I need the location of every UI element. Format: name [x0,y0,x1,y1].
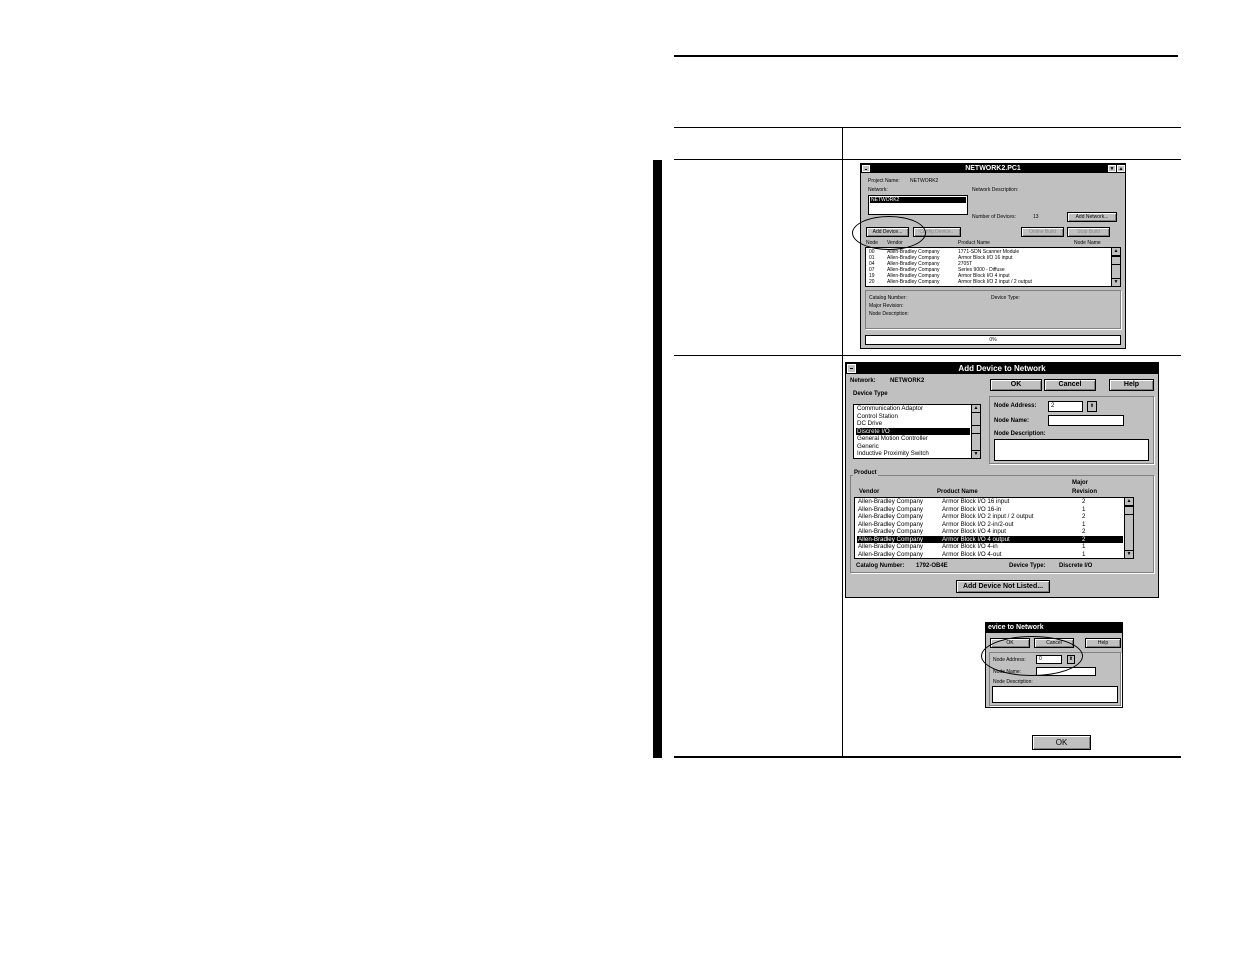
device-list[interactable]: 00 Allen-Bradley Company 1771-SDN Scanner … [865,247,1121,287]
project-name-value: NETWORK2 [910,178,939,184]
scroll-down-arrow-icon[interactable]: ▼ [972,450,980,458]
device-type-label: Device Type: [991,295,1020,301]
progress-bar: 0% [865,335,1121,345]
network-label: Network: [850,378,876,384]
table-row[interactable]: Allen-Bradley Company Armor Block I/O 4 i… [857,528,1123,536]
node-description-field[interactable] [992,686,1118,703]
scroll-thumb[interactable] [972,425,980,434]
row2-rule [674,355,1181,356]
list-item[interactable]: Inductive Proximity Switch [856,450,970,458]
list-item[interactable]: Generic [856,443,970,451]
node-address-label: Node Address: [994,403,1037,409]
node-address-spinner-icon[interactable]: ⬍ [1087,401,1097,412]
node-description-label: Node Description: [994,431,1046,437]
node-name-label: Node Name: [994,418,1030,424]
major-revision-label: Major Revision: [869,303,904,309]
project-name-label: Project Name: [868,178,900,184]
col-vendor: Vendor [859,489,880,495]
scroll-down-arrow-icon[interactable]: ▼ [1112,278,1120,286]
device-type-list[interactable]: Communication Adaptor Control Station DC… [853,404,981,459]
network-window: NETWORK2.PC1 ▼ ▲ Project Name: NETWORK2 … [860,163,1126,349]
network-description-label: Network Description: [972,187,1019,193]
product-list[interactable]: Allen-Bradley Company Armor Block I/O 16 … [854,497,1134,559]
header-rule [674,127,1181,128]
cropped-dialog-title: evice to Network [988,624,1044,631]
number-of-devices-value: 13 [1033,214,1039,220]
stop-build-button[interactable]: Stop Build [1067,227,1110,237]
col-node-name: Node Name [1074,240,1101,246]
node-description-label: Node Description: [993,679,1033,685]
col-product-name: Product Name [937,489,978,495]
network-list[interactable]: NETWORK2 [868,195,968,215]
change-bar [653,160,662,758]
product-label: Product [853,470,878,476]
scroll-up-arrow-icon[interactable]: ▲ [1112,248,1120,256]
device-type-label: Device Type [853,391,888,397]
catalog-number-value: 1792-OB4E [916,563,948,569]
list-item-selected[interactable]: Discrete I/O [856,427,970,435]
network-list-item[interactable]: NETWORK2 [870,197,966,203]
scroll-thumb[interactable] [1125,506,1133,515]
catalog-number-label: Catalog Number: [856,563,905,569]
help-button[interactable]: Help [1109,379,1154,391]
node-name-field[interactable] [1048,415,1124,426]
scroll-up-arrow-icon[interactable]: ▲ [1125,498,1133,506]
table-row[interactable]: Allen-Bradley Company Armor Block I/O 2 i… [857,513,1123,521]
scroll-thumb[interactable] [1112,256,1120,265]
add-device-highlight-ellipse [852,216,926,250]
system-menu-button[interactable] [847,364,856,373]
maximize-button[interactable]: ▲ [1117,165,1125,172]
bottom-rule [674,756,1181,758]
device-type-scrollbar[interactable]: ▲ ▼ [971,405,980,458]
network-window-titlebar: NETWORK2.PC1 [861,164,1125,173]
list-item[interactable]: Control Station [856,413,970,421]
online-build-button[interactable]: Online Build [1021,227,1064,237]
list-item[interactable]: General Motion Controller [856,435,970,443]
node-address-value: 2 [1051,403,1055,409]
node-address-field[interactable]: 2 [1048,401,1083,412]
major-header: Major [1072,480,1089,486]
row1-rule [674,159,1181,160]
table-row-selected[interactable]: Allen-Bradley Company Armor Block I/O 4 o… [857,535,1123,543]
node-address-highlight-ellipse [981,636,1083,676]
number-of-devices-label: Number of Devices: [972,214,1016,220]
network-value: NETWORK2 [890,378,925,384]
list-item[interactable]: Communication Adaptor [856,405,970,413]
progress-text: 0% [989,337,997,343]
top-rule [674,55,1178,57]
col-product-name: Product Name [958,240,990,246]
product-list-scrollbar[interactable]: ▲ ▼ [1124,498,1133,558]
scroll-up-arrow-icon[interactable]: ▲ [972,405,980,413]
node-description-label: Node Description: [869,311,909,317]
system-menu-button[interactable] [862,165,870,172]
node-description-field[interactable] [994,439,1149,461]
table-row[interactable]: Allen-Bradley Company Armor Block I/O 2-i… [857,521,1123,529]
table-row[interactable]: Allen-Bradley Company Armor Block I/O 4-i… [857,543,1123,551]
table-row[interactable]: Allen-Bradley Company Armor Block I/O 16 … [857,498,1123,506]
column-divider [842,127,843,757]
network-window-title: NETWORK2.PC1 [965,165,1021,172]
device-type-info-label: Device Type: [1009,563,1046,569]
table-row[interactable]: Allen-Bradley Company Armor Block I/O 16-… [857,506,1123,514]
add-network-button[interactable]: Add Network... [1067,212,1117,222]
add-device-dialog-title: Add Device to Network [958,364,1046,373]
help-button[interactable]: Help [1085,638,1121,648]
table-row[interactable]: Allen-Bradley Company Armor Block I/O 4-o… [857,551,1123,559]
minimize-button[interactable]: ▼ [1108,165,1116,172]
list-item[interactable]: DC Drive [856,420,970,428]
network-label: Network: [868,187,888,193]
add-device-dialog: Add Device to Network Network: NETWORK2 … [845,362,1159,598]
device-type-info-value: Discrete I/O [1059,563,1093,569]
cropped-dialog-titlebar: evice to Network [986,623,1122,633]
col-revision: Revision [1072,489,1098,495]
ok-button-standalone[interactable]: OK [1032,735,1091,750]
add-device-not-listed-button[interactable]: Add Device Not Listed... [956,580,1050,593]
catalog-number-label: Catalog Number: [869,295,907,301]
scroll-down-arrow-icon[interactable]: ▼ [1125,550,1133,558]
device-list-scrollbar[interactable]: ▲ ▼ [1111,248,1120,286]
add-device-dialog-titlebar: Add Device to Network [846,363,1158,374]
ok-button[interactable]: OK [990,379,1042,391]
cancel-button[interactable]: Cancel [1044,379,1096,391]
table-row[interactable]: 20 Allen-Bradley Company Armor Block I/O 2… [868,279,1110,285]
